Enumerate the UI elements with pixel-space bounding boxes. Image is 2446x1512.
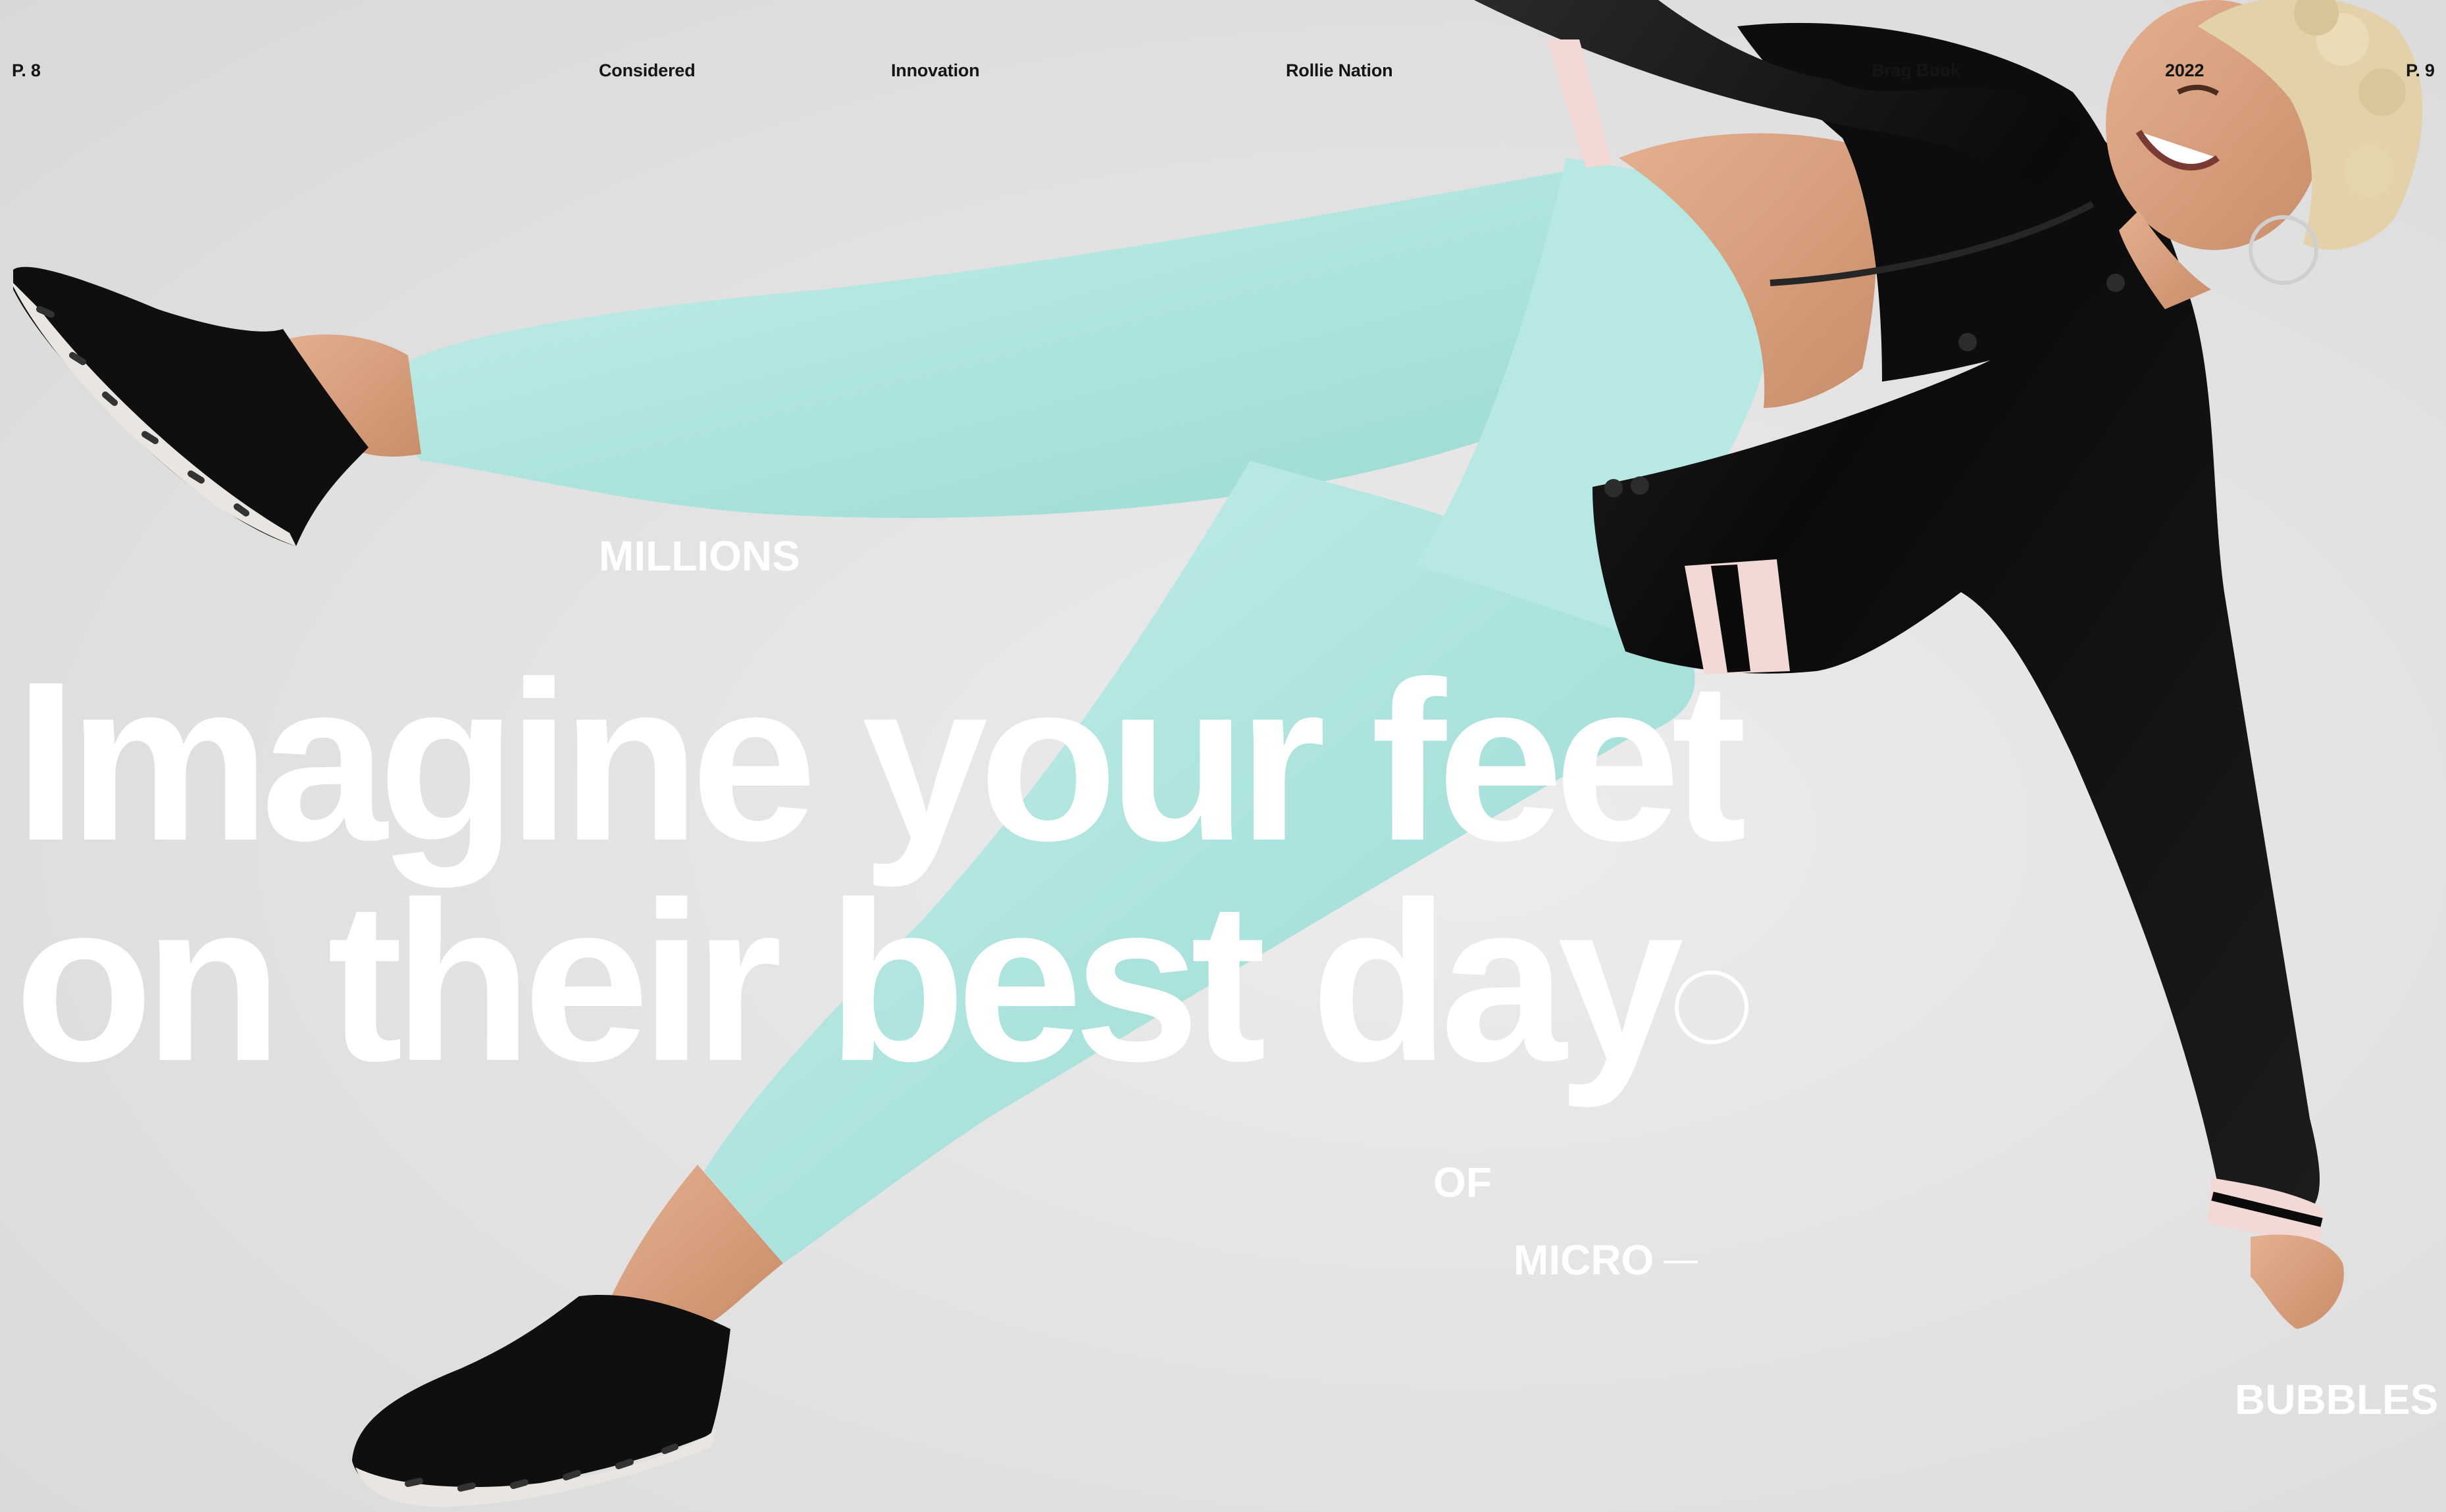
callout-millions: MILLIONS	[599, 532, 800, 580]
header-section-considered: Considered	[599, 61, 696, 80]
headline-line-2: on their best day	[14, 855, 1684, 1109]
hand	[2251, 1234, 2344, 1329]
callout-bubbles: BUBBLES	[2235, 1376, 2439, 1423]
header-section-innovation: Innovation	[891, 61, 980, 80]
callout-of: OF	[1433, 1159, 1492, 1206]
left-shoe	[13, 266, 369, 546]
page-number-right: P. 9	[2406, 61, 2435, 80]
header-year: 2022	[2165, 61, 2204, 80]
ring-glyph	[1675, 970, 1748, 1044]
page-number-left: P. 8	[12, 61, 41, 80]
header-section-rollie-nation: Rollie Nation	[1286, 61, 1393, 80]
magazine-spread: P. 8 Considered Innovation Rollie Nation…	[0, 0, 2446, 1512]
headline-line-1: Imagine your feet	[14, 635, 1747, 888]
right-shoe	[352, 1295, 730, 1501]
em-dash-rule	[1664, 1261, 1698, 1263]
header-section-brag-book: Brag Book	[1872, 61, 1960, 80]
callout-micro: MICRO	[1514, 1236, 1654, 1284]
